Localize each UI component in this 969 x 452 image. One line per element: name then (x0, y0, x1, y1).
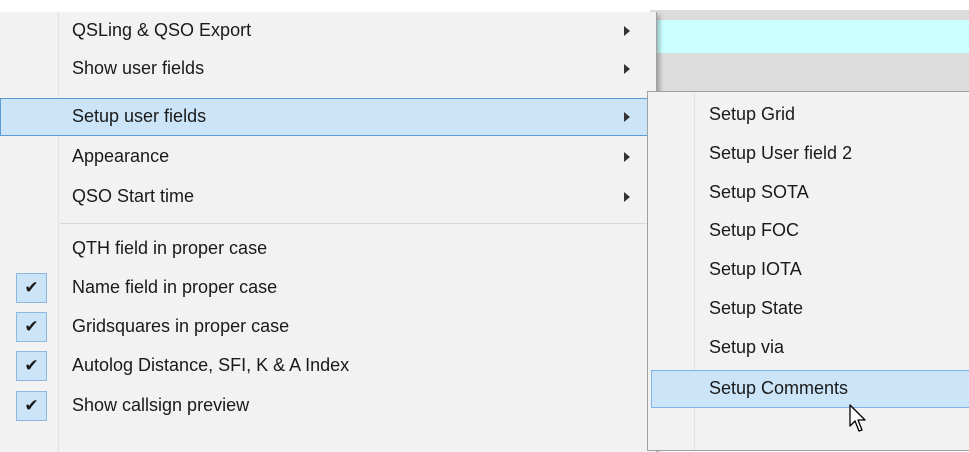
submenu-arrow-icon (624, 64, 630, 74)
submenu-item-setup-iota[interactable]: Setup IOTA (648, 251, 969, 289)
menu-item-setup-user-fields[interactable]: Setup user fields (0, 98, 656, 136)
menu-item-autolog-distance[interactable]: ✔ Autolog Distance, SFI, K & A Index (0, 347, 656, 385)
menu-item-label: Name field in proper case (72, 277, 278, 297)
submenu-item-setup-grid[interactable]: Setup Grid (648, 96, 969, 134)
submenu-item-setup-foc[interactable]: Setup FOC (648, 212, 969, 250)
submenu-item-label: Setup User field 2 (709, 143, 853, 163)
menu-separator (60, 223, 656, 224)
submenu-arrow-icon (624, 192, 630, 202)
menu-item-label: Autolog Distance, SFI, K & A Index (72, 355, 350, 375)
background-grid-row[interactable] (650, 53, 969, 91)
submenu-arrow-icon (624, 152, 630, 162)
submenu-item-setup-sota[interactable]: Setup SOTA (648, 174, 969, 212)
submenu-item-setup-comments[interactable]: Setup Comments (651, 370, 969, 408)
submenu-arrow-icon (624, 112, 630, 122)
setup-user-fields-submenu: Setup Grid Setup User field 2 Setup SOTA… (647, 91, 969, 451)
menu-item-qso-start-time[interactable]: QSO Start time (0, 178, 656, 216)
menu-item-label: Gridsquares in proper case (72, 316, 290, 336)
mouse-pointer-icon (849, 404, 866, 432)
menu-item-qsling-qso-export[interactable]: QSLing & QSO Export (0, 12, 656, 50)
submenu-item-label: Setup Grid (709, 104, 796, 124)
checkmark-icon: ✔ (16, 351, 47, 381)
submenu-item-setup-user-field-2[interactable]: Setup User field 2 (648, 135, 969, 173)
submenu-item-label: Setup FOC (709, 220, 800, 240)
submenu-item-setup-via[interactable]: Setup via (648, 329, 969, 367)
menu-item-label: Show callsign preview (72, 395, 250, 415)
submenu-item-setup-state[interactable]: Setup State (648, 290, 969, 328)
checkmark-icon: ✔ (16, 273, 47, 303)
menu-item-show-callsign-preview[interactable]: ✔ Show callsign preview (0, 387, 656, 425)
menu-item-appearance[interactable]: Appearance (0, 138, 656, 176)
menu-item-show-user-fields[interactable]: Show user fields (0, 50, 656, 88)
context-menu: QSLing & QSO Export Show user fields Set… (0, 12, 657, 452)
menu-item-label: QTH field in proper case (72, 238, 268, 258)
menu-item-name-proper-case[interactable]: ✔ Name field in proper case (0, 269, 656, 307)
background-grid-header (650, 10, 969, 20)
menu-item-label: QSLing & QSO Export (72, 20, 252, 40)
menu-item-label: Appearance (72, 146, 170, 166)
checkmark-icon: ✔ (16, 391, 47, 421)
menu-item-qth-proper-case[interactable]: QTH field in proper case (0, 230, 656, 268)
submenu-item-label: Setup SOTA (709, 182, 809, 202)
submenu-item-label: Setup State (709, 298, 804, 318)
submenu-item-label: Setup via (709, 337, 785, 357)
menu-item-label: Show user fields (72, 58, 205, 78)
background-grid-row-selected[interactable] (650, 20, 969, 53)
menu-item-label: Setup user fields (72, 106, 207, 126)
checkmark-icon: ✔ (16, 312, 47, 342)
menu-item-gridsquares-proper-case[interactable]: ✔ Gridsquares in proper case (0, 308, 656, 346)
menu-item-label: QSO Start time (72, 186, 195, 206)
submenu-arrow-icon (624, 26, 630, 36)
submenu-item-label: Setup Comments (709, 378, 849, 398)
submenu-item-label: Setup IOTA (709, 259, 802, 279)
